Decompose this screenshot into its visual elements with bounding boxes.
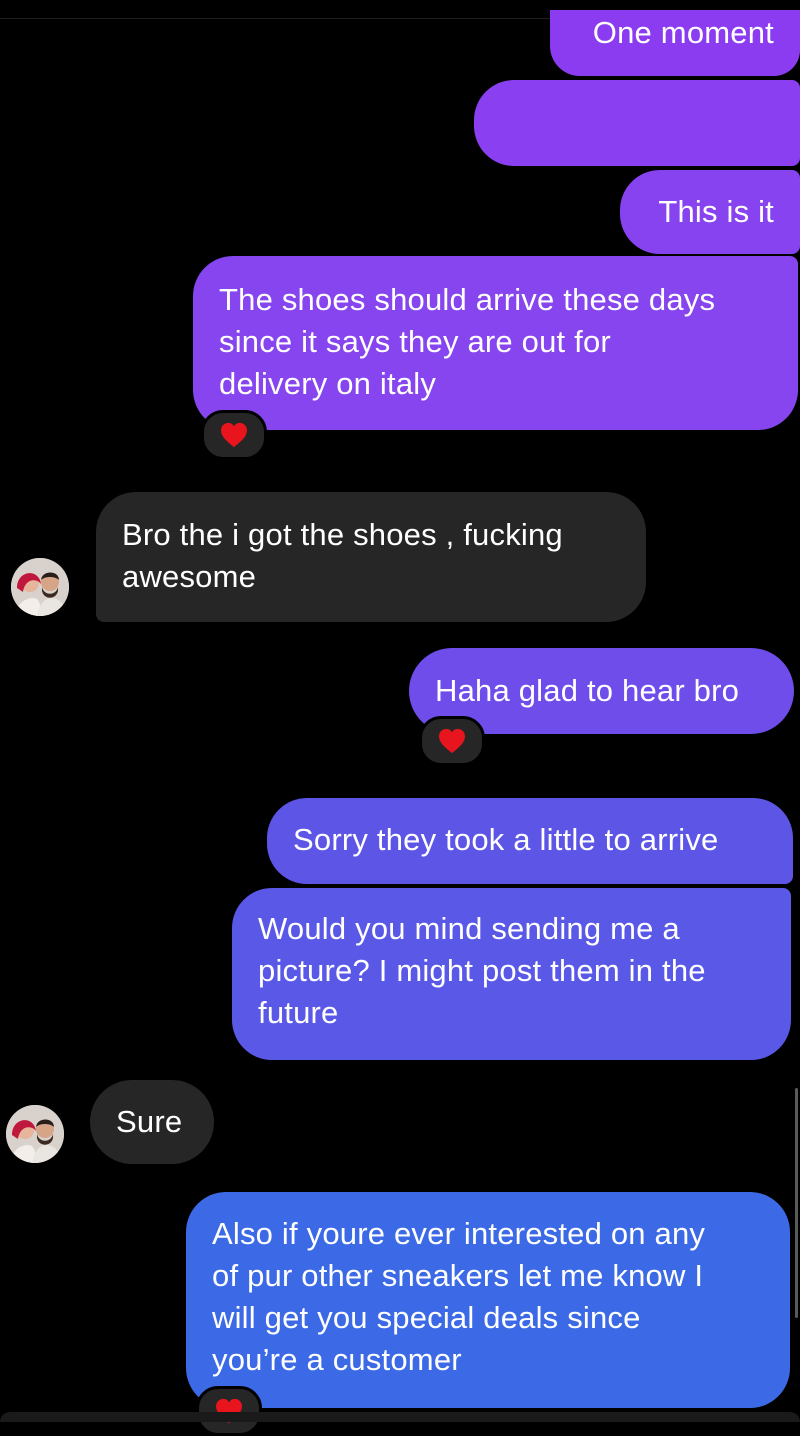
heart-icon [439,728,465,754]
message-line: since it says they are out for [219,324,611,359]
message-text: Sorry they took a little to arrive [293,822,719,857]
message-line: awesome [122,559,257,594]
message-text: Haha glad to hear bro [435,673,740,708]
message-line: The shoes should arrive these days [219,282,716,317]
message-line: picture? I might post them in the [258,953,706,988]
avatar-image [11,558,69,616]
message-outgoing[interactable]: Would you mind sending me a picture? I m… [232,888,791,1060]
message-line: delivery on italy [219,366,437,401]
avatar-image [6,1105,64,1163]
message-incoming[interactable]: Sure [90,1080,214,1164]
message-line: future [258,995,339,1030]
message-line: Bro the i got the shoes , fucking [122,517,563,552]
message-text: This is it [658,194,774,229]
message-line: of pur other sneakers let me know I [212,1258,704,1293]
message-outgoing[interactable]: Sorry they took a little to arrive [267,798,793,884]
message-line: will get you special deals since [212,1300,641,1335]
composer-edge [0,1412,800,1422]
heart-icon [221,422,247,448]
profile-avatar[interactable] [6,1105,64,1163]
message-text: One moment [592,15,774,50]
heart-reaction[interactable] [196,1386,262,1436]
message-outgoing[interactable]: The shoes should arrive these days since… [193,256,798,430]
message-outgoing[interactable]: This is it [620,170,800,254]
message-thread[interactable]: One moment This is it The shoes should a… [0,0,800,1436]
message-outgoing[interactable]: Also if youre ever interested on any of … [186,1192,790,1408]
message-outgoing[interactable] [474,80,800,166]
message-line: you’re a customer [212,1342,462,1377]
message-line: Also if youre ever interested on any [212,1216,706,1251]
message-text: Sure [116,1104,183,1139]
heart-reaction[interactable] [419,716,485,766]
profile-avatar[interactable] [11,558,69,616]
message-incoming[interactable]: Bro the i got the shoes , fucking awesom… [96,492,646,622]
scrollbar[interactable] [795,1088,798,1318]
message-line: Would you mind sending me a [258,911,680,946]
message-outgoing[interactable]: One moment [550,10,800,76]
heart-reaction[interactable] [201,410,267,460]
